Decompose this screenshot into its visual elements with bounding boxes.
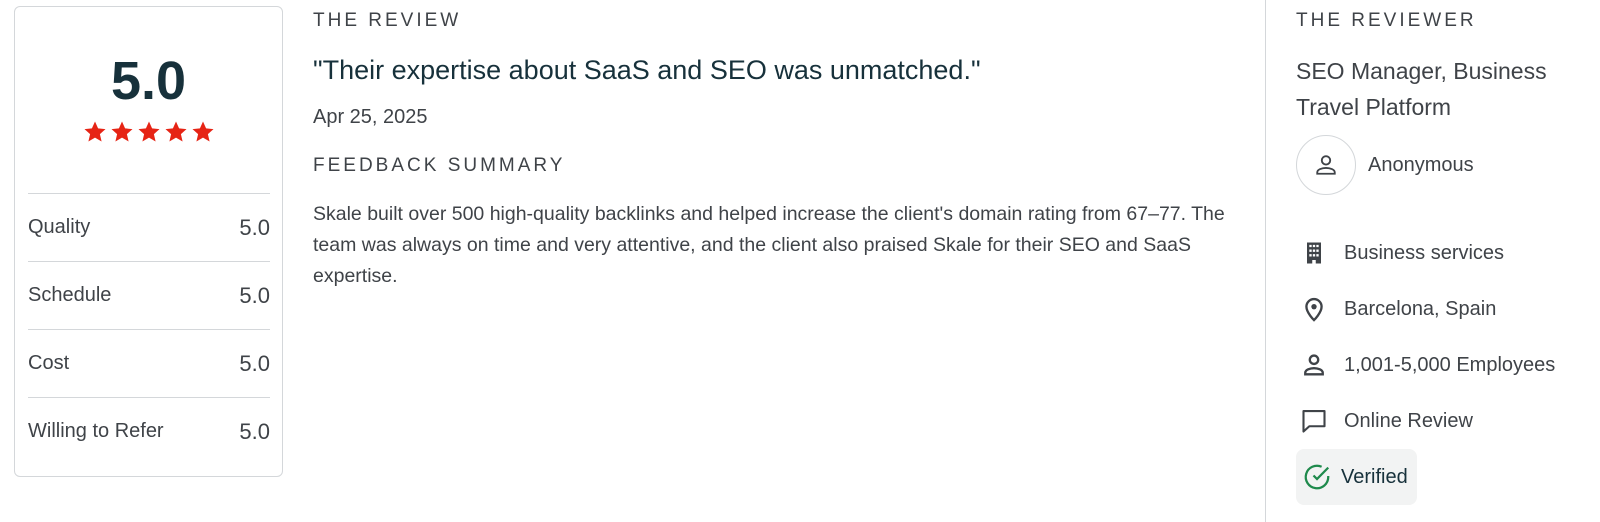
verified-label: Verified [1341, 465, 1408, 488]
avatar [1296, 135, 1356, 195]
reviewer-section-label: THE REVIEWER [1296, 10, 1477, 31]
chat-bubble-icon [1296, 407, 1336, 435]
reviewer-name: Anonymous [1368, 153, 1474, 176]
metric-label: Schedule [28, 284, 112, 306]
star-rating [15, 120, 282, 144]
column-divider [1265, 0, 1266, 522]
person-icon [1296, 351, 1336, 379]
metric-label: Willing to Refer [28, 420, 164, 442]
review-page: 5.0 Quality 5.0 Schedule 5.0 Cost 5.0 Wi… [0, 0, 1600, 522]
verified-badge: Verified [1296, 449, 1417, 505]
detail-text: Online Review [1344, 409, 1473, 432]
metric-value: 5.0 [239, 214, 270, 240]
metrics-list: Quality 5.0 Schedule 5.0 Cost 5.0 Willin… [28, 193, 270, 465]
metric-row-cost: Cost 5.0 [28, 329, 270, 397]
review-section-label: THE REVIEW [313, 10, 462, 31]
metric-row-quality: Quality 5.0 [28, 193, 270, 261]
star-icon [191, 120, 215, 144]
detail-review-source: Online Review [1296, 393, 1555, 449]
check-circle-icon [1304, 464, 1330, 490]
reviewer-details: Business services Barcelona, Spain 1,001… [1296, 225, 1555, 449]
metric-value: 5.0 [239, 418, 270, 444]
score-card: 5.0 Quality 5.0 Schedule 5.0 Cost 5.0 Wi… [14, 6, 283, 477]
review-date: Apr 25, 2025 [313, 106, 428, 128]
metric-value: 5.0 [239, 350, 270, 376]
location-pin-icon [1296, 295, 1336, 323]
detail-text: Barcelona, Spain [1344, 297, 1497, 320]
feedback-summary-label: FEEDBACK SUMMARY [313, 155, 566, 176]
review-quote: "Their expertise about SaaS and SEO was … [313, 55, 981, 85]
metric-label: Cost [28, 352, 70, 374]
building-icon [1296, 239, 1336, 267]
feedback-summary-text: Skale built over 500 high-quality backli… [313, 203, 1225, 287]
detail-text: 1,001-5,000 Employees [1344, 353, 1556, 376]
overall-score: 5.0 [110, 51, 187, 111]
metric-row-schedule: Schedule 5.0 [28, 261, 270, 329]
reviewer-identity: Anonymous [1296, 135, 1474, 195]
detail-industry: Business services [1296, 225, 1555, 281]
detail-company-size: 1,001-5,000 Employees [1296, 337, 1555, 393]
detail-text: Business services [1344, 241, 1505, 264]
metric-label: Quality [28, 216, 91, 238]
star-icon [110, 120, 134, 144]
metric-row-willing-to-refer: Willing to Refer 5.0 [28, 397, 270, 465]
star-icon [164, 120, 188, 144]
detail-location: Barcelona, Spain [1296, 281, 1555, 337]
metric-value: 5.0 [239, 282, 270, 308]
star-icon [137, 120, 161, 144]
reviewer-title: SEO Manager, Business Travel Platform [1296, 58, 1547, 120]
star-icon [83, 120, 107, 144]
user-outline-icon [1316, 155, 1336, 175]
